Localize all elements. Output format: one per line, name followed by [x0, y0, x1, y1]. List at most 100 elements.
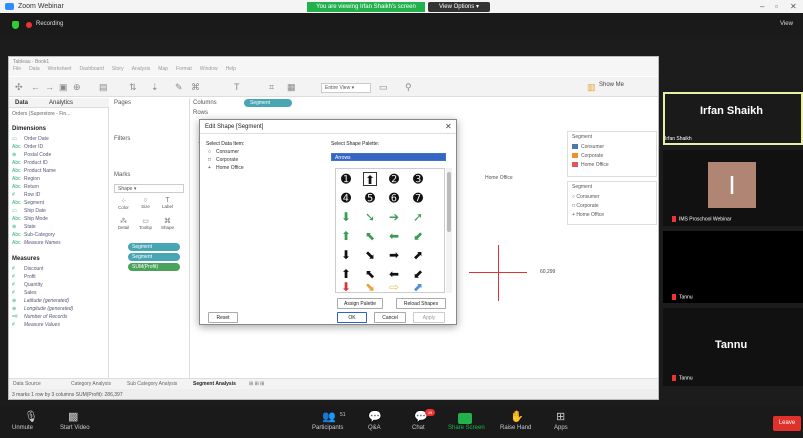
unmute-button[interactable]: Unmute	[12, 425, 33, 431]
highlight-icon[interactable]: ✎	[175, 82, 183, 93]
marks-pill-profit[interactable]: SUM(Profit)	[128, 263, 180, 271]
menu-map[interactable]: Map	[158, 66, 168, 72]
menu-data[interactable]: Data	[29, 66, 40, 72]
marks-pill-segment-shape[interactable]: Segment	[128, 253, 180, 261]
black-arrow-up-icon[interactable]: ⬆	[339, 267, 353, 281]
participants-button[interactable]: Participants	[312, 425, 343, 431]
view-options-button[interactable]: View Options ▾	[428, 2, 490, 12]
tab-segment-analysis[interactable]: Segment Analysis	[193, 381, 236, 387]
dimension-field[interactable]: # Row ID	[12, 192, 40, 198]
green-arrow-down-icon[interactable]: ⬇	[339, 210, 353, 224]
tab-data-source[interactable]: Data Source	[13, 381, 41, 387]
green-arrow-upleft-icon[interactable]: ⬉	[363, 229, 377, 243]
new-datasource-icon[interactable]: ⊕	[73, 82, 81, 93]
new-worksheet-icon[interactable]: ▤	[99, 82, 108, 93]
legend-item[interactable]: + Home Office	[572, 212, 604, 218]
view-menu[interactable]: View	[780, 21, 793, 27]
qa-icon[interactable]: 💬	[368, 410, 382, 423]
measure-field[interactable]: # Measure Values	[12, 322, 60, 328]
minimize-icon[interactable]: –	[760, 2, 764, 11]
measure-field[interactable]: =# Number of Records	[12, 314, 67, 320]
yellow-arrow-right-icon[interactable]: ⇨	[387, 280, 401, 294]
blue-arrow-upright-icon[interactable]: ⬈	[411, 280, 425, 294]
dimension-field[interactable]: Abc Region	[12, 176, 40, 182]
close-icon[interactable]: ✕	[790, 2, 797, 11]
dimension-field[interactable]: Abc Product Name	[12, 168, 56, 174]
black-arrow-upleft-icon[interactable]: ⬉	[363, 267, 377, 281]
orange-arrow-downright-icon[interactable]: ⬊	[363, 280, 377, 294]
pages-shelf[interactable]: Pages	[114, 100, 131, 106]
save-icon[interactable]: ▣	[59, 82, 68, 93]
size-button[interactable]: ○ Size	[136, 197, 155, 213]
fix-axes-icon[interactable]: ⌗	[269, 82, 274, 93]
forward-icon[interactable]: →	[45, 82, 54, 92]
green-arrow-downleft-icon[interactable]: ⬋	[411, 229, 425, 243]
mark-cross-vertical[interactable]	[498, 245, 499, 301]
black-arrow-upright-icon[interactable]: ⬈	[411, 248, 425, 262]
muted-microphone-icon[interactable]: 🎙	[24, 410, 38, 423]
raise-hand-icon[interactable]: ✋	[510, 410, 524, 423]
raise-hand-button[interactable]: Raise Hand	[500, 425, 531, 431]
sort-icon[interactable]: ⇣	[151, 82, 159, 93]
dimension-field[interactable]: Abc Segment	[12, 200, 44, 206]
green-arrow-right-icon[interactable]: ➔	[387, 210, 401, 224]
group-icon[interactable]: ⌘	[191, 82, 200, 93]
video-off-icon[interactable]: ▩	[68, 410, 78, 423]
measure-field[interactable]: # Profit	[12, 274, 36, 280]
green-arrow-downright-icon[interactable]: ➘	[363, 210, 377, 224]
arrow-upright-circle-icon[interactable]: ➌	[411, 172, 425, 186]
green-arrow-upright-icon[interactable]: ➚	[411, 210, 425, 224]
filters-shelf[interactable]: Filters	[114, 136, 130, 142]
reset-button[interactable]: Reset	[208, 312, 238, 323]
show-me-icon[interactable]: ▥	[587, 82, 596, 93]
maximize-icon[interactable]: ▫	[775, 2, 778, 11]
cancel-button[interactable]: Cancel	[374, 312, 406, 323]
legend-item[interactable]: Home Office	[572, 162, 609, 168]
reload-shapes-button[interactable]: Reload Shapes	[396, 298, 446, 309]
tab-analytics[interactable]: Analytics	[49, 100, 73, 106]
dimension-field[interactable]: ▭ Order Date	[12, 136, 49, 142]
back-icon[interactable]: ←	[31, 82, 40, 92]
legend-item[interactable]: ○ Consumer	[572, 194, 600, 200]
black-arrow-down-icon[interactable]: ⬇	[339, 248, 353, 262]
black-arrow-downright-icon[interactable]: ⬊	[363, 248, 377, 262]
menu-story[interactable]: Story	[112, 66, 124, 72]
palette-dropdown[interactable]: Arrows	[331, 153, 446, 161]
measure-field[interactable]: # Sales	[12, 290, 37, 296]
show-me-button[interactable]: Show Me	[599, 82, 624, 88]
legend-item[interactable]: □ Corporate	[572, 203, 599, 209]
columns-pill-segment[interactable]: Segment	[244, 99, 292, 107]
arrow-downleft-circle-icon[interactable]: ➐	[411, 191, 425, 205]
dimension-field[interactable]: Abc Order ID	[12, 144, 43, 150]
measure-field[interactable]: # Discount	[12, 266, 43, 272]
apps-button[interactable]: Apps	[554, 425, 568, 431]
label-icon[interactable]: T	[234, 82, 240, 92]
menu-file[interactable]: File	[13, 66, 21, 72]
arrow-left-circle-icon[interactable]: ➏	[387, 191, 401, 205]
dimension-field[interactable]: Abc Return	[12, 184, 39, 190]
tab-category-analysis[interactable]: Category Analysis	[71, 381, 111, 387]
arrow-up-circle-icon[interactable]: ➊	[339, 172, 353, 186]
presentation-icon[interactable]: ▭	[379, 82, 388, 93]
arrow-upleft-circle-icon[interactable]: ➎	[363, 191, 377, 205]
arrow-down-circle-icon[interactable]: ➍	[339, 191, 353, 205]
mark-type-dropdown[interactable]: Shape ▾	[114, 184, 184, 193]
measure-field[interactable]: ⊕ Longitude (generated)	[12, 306, 73, 312]
dimension-field[interactable]: Abc Sub-Category	[12, 232, 55, 238]
swap-icon[interactable]: ⇅	[129, 82, 137, 93]
share-screen-icon[interactable]	[458, 413, 472, 424]
dimension-field[interactable]: Abc Product ID	[12, 160, 48, 166]
apps-icon[interactable]: ⊞	[556, 410, 565, 423]
legend-item[interactable]: Corporate	[572, 153, 603, 159]
apply-button[interactable]: Apply	[413, 312, 445, 323]
start-video-button[interactable]: Start Video	[60, 425, 90, 431]
shape-button[interactable]: ⌘ Shape	[158, 217, 177, 233]
palette-scrollbar-thumb[interactable]	[447, 172, 451, 232]
color-button[interactable]: ⁘ Color	[114, 197, 133, 213]
menu-help[interactable]: Help	[226, 66, 236, 72]
datasource-name[interactable]: Orders (Superstore - Fin...	[12, 111, 70, 117]
participants-icon[interactable]: 👥	[322, 410, 336, 423]
leave-button[interactable]: Leave	[773, 416, 801, 431]
menu-window[interactable]: Window	[200, 66, 218, 72]
fit-dropdown[interactable]: Entire View ▾	[321, 83, 371, 93]
